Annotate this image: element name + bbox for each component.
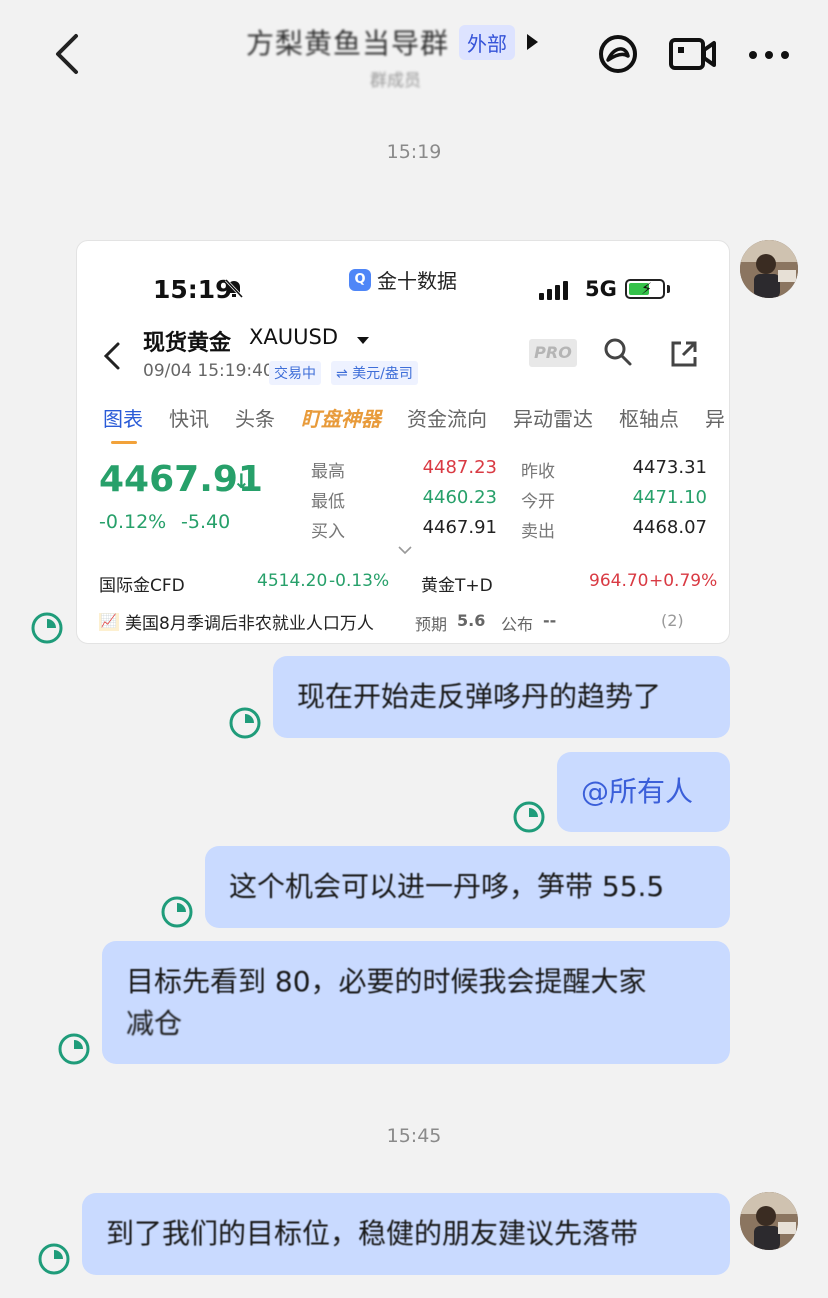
message-bubble[interactable]: @所有人 bbox=[557, 752, 730, 832]
group-title: 方梨黄鱼当导群 bbox=[246, 27, 450, 60]
avatar[interactable] bbox=[740, 240, 798, 298]
stat-value-bid: 4467.91 bbox=[422, 517, 497, 538]
message-bubble[interactable]: 到了我们的目标位，稳健的朋友建议先落带 bbox=[82, 1193, 730, 1275]
read-receipt-icon bbox=[513, 801, 545, 833]
back-arrow-icon bbox=[56, 34, 78, 74]
change-percent: -0.12% bbox=[99, 511, 167, 533]
play-icon bbox=[527, 34, 539, 50]
stat-label-low: 最低 bbox=[311, 492, 345, 512]
time-divider: 15:45 bbox=[386, 1125, 442, 1147]
stat-label-prev-close: 昨收 bbox=[521, 462, 555, 482]
news-title: 美国8月季调后非农就业人口万人 bbox=[125, 614, 374, 634]
stat-label-bid: 买入 bbox=[311, 522, 345, 542]
stat-value-open: 4471.10 bbox=[632, 487, 707, 508]
quote-back-icon bbox=[103, 342, 120, 370]
quote-datetime: 09/04 15:19:40 bbox=[143, 361, 274, 381]
stat-value-low: 4460.23 bbox=[422, 487, 497, 508]
time-divider: 15:19 bbox=[386, 141, 442, 163]
pro-badge: PRO bbox=[529, 339, 577, 367]
td-change: +0.79% bbox=[649, 571, 718, 591]
message-text: 这个机会可以进一丹哆，笋带 55.5 bbox=[229, 870, 665, 903]
message-text-line2: 减仓 bbox=[126, 1007, 183, 1040]
video-call-icon[interactable] bbox=[668, 32, 718, 76]
group-subtitle: 群成员 bbox=[370, 71, 421, 91]
message-bubble[interactable]: 现在开始走反弹哆丹的趋势了 bbox=[273, 656, 730, 738]
trading-status-tag: 交易中 bbox=[269, 361, 321, 385]
news-ticker: 📈 美国8月季调后非农就业人口万人 bbox=[99, 609, 374, 634]
avatar[interactable] bbox=[740, 1192, 798, 1250]
message-text: 到了我们的目标位，稳健的朋友建议先落带 bbox=[106, 1217, 639, 1250]
forecast-value: 5.6 bbox=[457, 611, 486, 630]
unit-tag: ⇌ 美元/盎司 bbox=[331, 361, 418, 385]
tab-watch-tool: 盯盘神器 bbox=[301, 407, 381, 431]
read-receipt-icon bbox=[38, 1243, 70, 1275]
chat-title-area[interactable]: 方梨黄鱼当导群 外部 bbox=[246, 22, 539, 62]
message-text: 现在开始走反弹哆丹的趋势了 bbox=[297, 680, 662, 713]
screenshot-image[interactable]: 15:19 Q 金十数据 5G ⚡ 现货黄金 XAUUSD 09/04 15:1… bbox=[76, 240, 730, 644]
chat-header: 方梨黄鱼当导群 外部 群成员 bbox=[0, 0, 828, 110]
tab-flash: 快讯 bbox=[169, 407, 209, 431]
app-logo-icon: Q bbox=[349, 268, 371, 291]
stat-value-prev-close: 4473.31 bbox=[632, 457, 707, 478]
forecast-label: 预期 bbox=[415, 615, 448, 634]
quote-code: XAUUSD bbox=[249, 325, 338, 349]
share-icon bbox=[671, 341, 697, 367]
app-indicator: Q 金十数据 bbox=[349, 265, 457, 294]
tab-radar: 异动雷达 bbox=[513, 407, 593, 431]
tab-fund-flow: 资金流向 bbox=[407, 407, 487, 431]
tab-pivot: 枢轴点 bbox=[619, 407, 679, 431]
read-receipt-icon bbox=[229, 707, 261, 739]
moments-icon[interactable] bbox=[596, 32, 640, 76]
more-icon[interactable] bbox=[748, 50, 790, 60]
dropdown-caret-icon bbox=[357, 337, 369, 344]
actual-label: 公布 bbox=[501, 615, 534, 634]
back-button[interactable] bbox=[48, 28, 88, 80]
tab-chart: 图表 bbox=[103, 403, 143, 444]
message-bubble[interactable]: 目标先看到 80，必要的时候我会提醒大家 减仓 bbox=[102, 941, 730, 1064]
message-text-line1: 目标先看到 80，必要的时候我会提醒大家 bbox=[126, 965, 647, 998]
message-bubble[interactable]: 这个机会可以进一丹哆，笋带 55.5 bbox=[205, 846, 730, 928]
cfd-label: 国际金CFD bbox=[99, 576, 185, 596]
read-receipt-icon bbox=[31, 612, 63, 644]
read-receipt-icon bbox=[161, 896, 193, 928]
app-name: 金十数据 bbox=[377, 269, 457, 293]
status-time: 15:19 bbox=[153, 275, 233, 304]
network-type: 5G bbox=[585, 277, 617, 301]
cfd-change: -0.13% bbox=[329, 571, 390, 591]
stat-label-open: 今开 bbox=[521, 492, 555, 512]
mention-all[interactable]: @所有人 bbox=[581, 771, 706, 813]
external-badge: 外部 bbox=[459, 24, 516, 60]
expand-chevron-icon bbox=[398, 546, 412, 555]
quote-tabs: 图表 快讯 头条 盯盘神器 资金流向 异动雷达 枢轴点 异 bbox=[103, 403, 729, 444]
read-receipt-icon bbox=[58, 1033, 90, 1065]
stat-label-high: 最高 bbox=[311, 462, 345, 482]
quote-name: 现货黄金 bbox=[143, 331, 232, 356]
stat-value-ask: 4468.07 bbox=[632, 517, 707, 538]
tab-more: 异 bbox=[705, 407, 725, 431]
avatar-photo-icon bbox=[740, 240, 798, 298]
td-label: 黄金T+D bbox=[421, 576, 493, 596]
tab-headlines: 头条 bbox=[235, 407, 275, 431]
news-count: (2) bbox=[661, 611, 684, 630]
stat-label-ask: 卖出 bbox=[521, 522, 555, 542]
cfd-value: 4514.20 bbox=[257, 571, 328, 591]
stat-value-high: 4487.23 bbox=[422, 457, 497, 478]
bell-muted-icon bbox=[224, 278, 244, 299]
search-icon bbox=[604, 338, 632, 366]
down-arrow-icon: ↓ bbox=[233, 469, 250, 493]
signal-icon bbox=[539, 281, 568, 300]
td-value: 964.70 bbox=[589, 571, 649, 591]
trend-chart-icon: 📈 bbox=[99, 612, 119, 631]
actual-value: -- bbox=[543, 611, 557, 630]
battery-icon: ⚡ bbox=[625, 279, 665, 299]
change-absolute: -5.40 bbox=[181, 511, 231, 533]
avatar-photo-icon bbox=[740, 1192, 798, 1250]
